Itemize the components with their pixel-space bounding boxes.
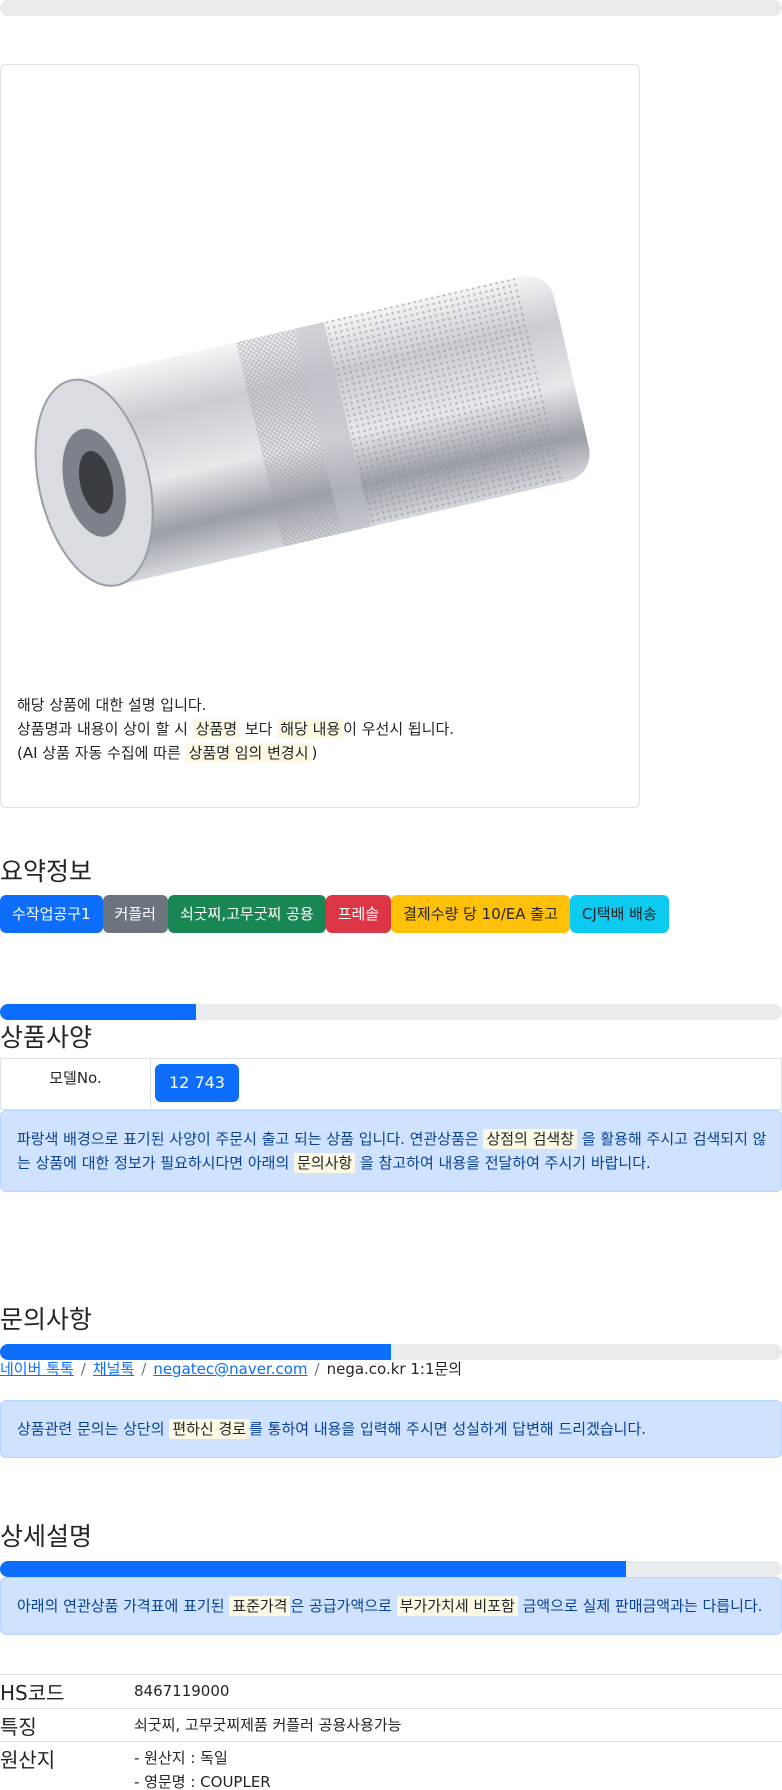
badge-category: 수작업공구1 [0,895,103,933]
highlight-product-name: 상품명 [192,719,241,739]
highlight-inquiry: 문의사항 [294,1153,356,1173]
highlight-search-box: 상점의 검색창 [483,1129,578,1149]
highlight-name-change: 상품명 임의 변경시 [185,743,312,763]
feature-label: 특징 [0,1715,37,1739]
caption-line-3: (AI 상품 자동 수집에 따른 상품명 임의 변경시) [17,741,454,765]
caption-line-2: 상품명과 내용이 상이 할 시 상품명 보다 해당 내용 이 우선시 됩니다. [17,717,454,741]
notice-text: 은 공급가액으로 [290,1597,397,1615]
caption-text: (AI 상품 자동 수집에 따른 [17,744,186,762]
channel-talk-link[interactable]: 채널톡 [93,1360,134,1378]
notice-text: 를 통하여 내용을 입력해 주시면 성실하게 답변해 드리겠습니다. [249,1420,647,1438]
grease-coupler-image [34,275,590,587]
specs-progress-bar [0,1004,782,1020]
notice-text: 파랑색 배경으로 표기된 사양이 주문시 출고 되는 상품 입니다. 연관상품은 [17,1130,484,1148]
origin-value: - 원산지 : 독일 - 영문명 : COUPLER [134,1746,271,1790]
badge-shipping: CJ택배 배송 [569,895,669,933]
specs-notice: 파랑색 배경으로 표기된 사양이 주문시 출고 되는 상품 입니다. 연관상품은… [0,1110,782,1192]
highlight-contact-route: 편하신 경로 [169,1419,250,1439]
notice-text: 을 활용해 주시고 검색되지 않 [577,1130,767,1148]
details-heading: 상세설명 [0,1522,93,1551]
details-progress-bar [0,1561,782,1577]
caption-text: ) [311,744,318,762]
highlight-vat-excluded: 부가가치세 비포함 [396,1596,518,1616]
specs-notice-line-2: 는 상품에 대한 정보가 필요하시다면 아래의 문의사항 을 참고하여 내용을 … [17,1151,765,1175]
badge-type: 커플러 [102,895,168,933]
spec-table: 모델No. 12 743 [0,1058,782,1110]
product-image-card: 해당 상품에 대한 설명 입니다. 상품명과 내용이 상이 할 시 상품명 보다… [0,64,640,808]
details-progress-fill [0,1561,626,1577]
caption-line-1: 해당 상품에 대한 설명 입니다. [17,696,207,714]
product-caption: 해당 상품에 대한 설명 입니다. 상품명과 내용이 상이 할 시 상품명 보다… [17,693,454,765]
inquiry-heading: 문의사항 [0,1305,93,1334]
top-progress-bar [0,0,782,16]
info-row-hs-code: HS코드 8467119000 [0,1674,782,1708]
notice-text: 아래의 연관상품 가격표에 표기된 [17,1597,230,1615]
caption-text: 상품명과 내용이 상이 할 시 [17,720,193,738]
specs-notice-line-1: 파랑색 배경으로 표기된 사양이 주문시 출고 되는 상품 입니다. 연관상품은… [17,1127,767,1151]
summary-badges: 수작업공구1 커플러 쇠굿찌,고무굿찌 공용 프레솔 결제수량 당 10/EA … [0,895,669,933]
caption-text: 보다 [240,720,278,738]
contact-links: 네이버 톡톡 / 채널톡 / negatec@naver.com / nega.co.kr … [0,1358,462,1379]
origin-country: - 원산지 : 독일 [134,1749,228,1767]
specs-heading: 상품사양 [0,1023,93,1052]
notice-text: 는 상품에 대한 정보가 필요하시다면 아래의 [17,1154,295,1172]
badge-quantity: 결제수량 당 10/EA 출고 [391,895,570,933]
badge-compatibility: 쇠굿찌,고무굿찌 공용 [167,895,326,933]
notice-text: 을 참고하여 내용을 전달하여 주시기 바랍니다. [355,1154,651,1172]
info-row-origin: 원산지 - 원산지 : 독일 - 영문명 : COUPLER [0,1741,782,1790]
notice-text: 상품관련 문의는 상단의 [17,1420,170,1438]
info-row-feature: 특징 쇠굿찌, 고무굿찌제품 커플러 공용사용가능 [0,1708,782,1742]
summary-heading: 요약정보 [0,857,93,886]
email-link[interactable]: negatec@naver.com [153,1360,307,1378]
badge-brand: 프레솔 [325,895,392,933]
separator: / [314,1360,320,1378]
hs-code-value: 8467119000 [134,1682,230,1700]
caption-text: 이 우선시 됩니다. [343,720,455,738]
notice-text: 금액으로 실제 판매금액과는 다릅니다. [517,1597,763,1615]
separator: / [141,1360,147,1378]
highlight-content: 해당 내용 [277,719,344,739]
hs-code-label: HS코드 [0,1681,65,1705]
model-cell: 12 743 [151,1059,781,1109]
highlight-standard-price: 표준가격 [229,1596,291,1616]
inquiry-notice: 상품관련 문의는 상단의 편하신 경로 를 통하여 내용을 입력해 주시면 성실하… [0,1400,782,1458]
model-label: 모델No. [1,1059,151,1109]
details-notice: 아래의 연관상품 가격표에 표기된 표준가격 은 공급가액으로 부가가치세 비포함… [0,1577,782,1635]
separator: / [80,1360,86,1378]
origin-label: 원산지 [0,1748,56,1772]
naver-talk-link[interactable]: 네이버 톡톡 [0,1360,74,1378]
feature-value: 쇠굿찌, 고무굿찌제품 커플러 공용사용가능 [134,1716,402,1734]
model-value-button[interactable]: 12 743 [155,1064,239,1102]
origin-english-name: - 영문명 : COUPLER [134,1773,271,1790]
site-inquiry-text: nega.co.kr 1:1문의 [326,1360,463,1378]
